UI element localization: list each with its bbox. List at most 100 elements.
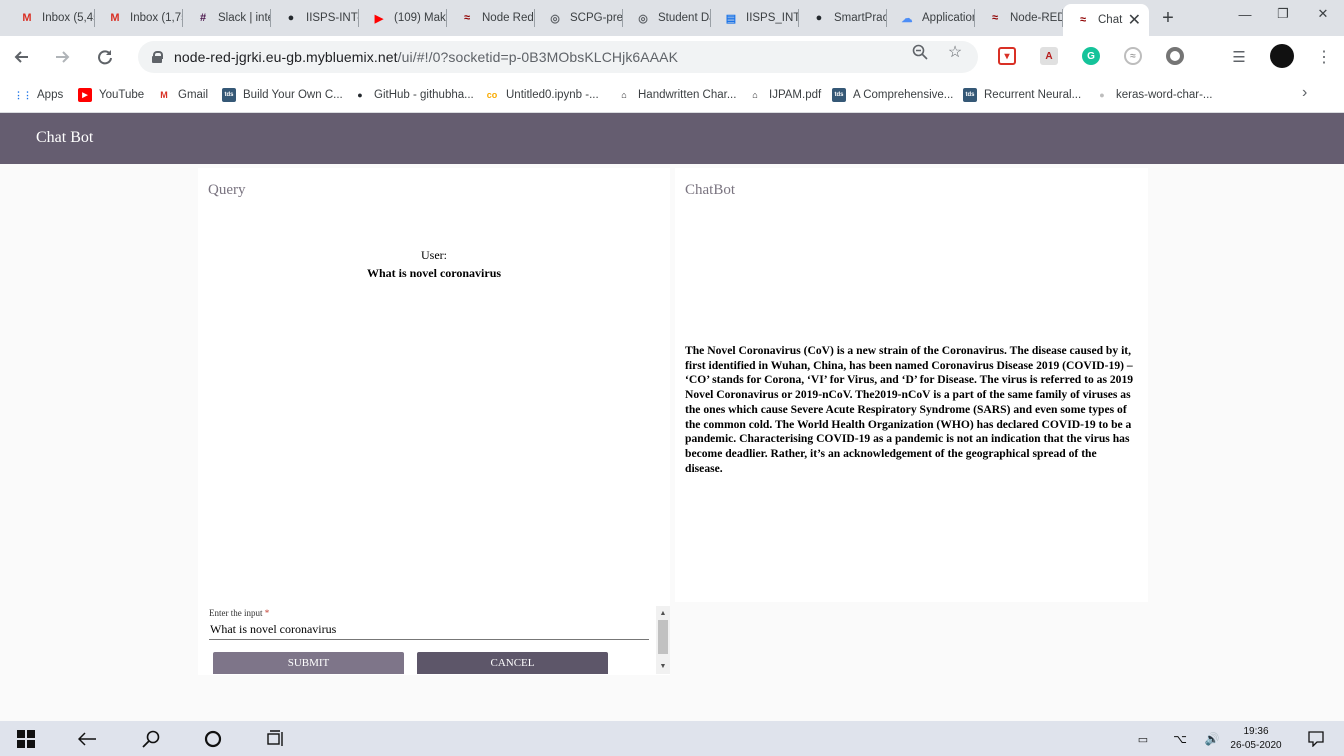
browser-tab-label: Inbox (1,75 [130,12,183,24]
browser-menu-icon[interactable]: ⋮ [1312,45,1336,69]
taskbar-clock[interactable]: 19:36 26-05-2020 [1228,725,1284,753]
browser-tab[interactable]: ≈ Node Red [447,0,535,36]
browser-tab[interactable]: ◎ SCPG-prev [535,0,623,36]
arrow-left-icon [14,51,28,63]
browser-tab[interactable]: M Inbox (1,75 [95,0,183,36]
grammarly-extension-icon[interactable]: G [1082,47,1100,65]
new-tab-button[interactable]: + [1156,6,1180,30]
chatbot-panel-title: ChatBot [685,182,736,198]
close-window-button[interactable]: ✕ [1300,0,1344,28]
browser-tab-label: IISPS-INT-7 [306,12,359,24]
arrow-right-icon [56,51,70,63]
reload-button[interactable] [93,45,117,69]
browser-tab-label: (109) Make [394,12,447,24]
bookmark-label: YouTube [99,89,145,101]
browser-tab-label: Chat [1098,14,1123,26]
apps-grid-icon: ⋮⋮ [14,89,32,100]
slack-icon: # [199,12,207,24]
browser-tab[interactable]: ≈ Node-RED [975,0,1063,36]
browser-tab-strip: M Inbox (5,45 M Inbox (1,75 # Slack | inter ● I… [0,0,1344,36]
browser-tab[interactable]: ▤ IISPS_INT_S [711,0,799,36]
bookmark-label: Recurrent Neural... [984,89,1082,101]
record-extension-icon[interactable] [1166,47,1184,65]
tds-icon: tds [222,88,236,102]
browser-tab[interactable]: ☁ Application [887,0,975,36]
scroll-up-icon[interactable]: ▲ [656,607,670,619]
bookmarks-more-icon[interactable]: › [1302,84,1307,102]
bookmark-item[interactable]: tds Recurrent Neural... [963,86,1081,104]
browser-tab[interactable]: ● SmartPract [799,0,887,36]
task-view-icon[interactable] [264,727,288,751]
reload-icon [98,50,112,65]
windows-start-icon[interactable] [14,727,38,751]
lock-icon [152,51,163,63]
browser-toolbar: node-red-jgrki.eu-gb.mybluemix.net/ui/#!… [0,36,1344,78]
bookmark-item[interactable]: tds A Comprehensive... [832,86,953,104]
wifi-icon[interactable]: ⌥ [1168,727,1192,751]
bookmark-label: Gmail [178,89,209,101]
browser-tab[interactable]: M Inbox (5,45 [7,0,95,36]
browser-tab-label: Slack | inter [218,12,271,24]
bookmark-item[interactable]: tds Build Your Own C... [222,86,343,104]
forward-button[interactable] [51,45,75,69]
scroll-down-icon[interactable]: ▼ [656,660,670,672]
pocket-extension-icon[interactable]: ▾ [998,47,1016,65]
back-button[interactable] [9,45,33,69]
github-icon: ● [357,90,363,100]
browser-tab-label: Node Red [482,12,534,24]
address-bar[interactable]: node-red-jgrki.eu-gb.mybluemix.net/ui/#!… [138,41,978,73]
gmail-icon: M [110,12,120,24]
url-text: node-red-jgrki.eu-gb.mybluemix.net/ui/#!… [174,49,679,65]
pdf-extension-icon[interactable]: A [1040,47,1058,65]
bookmark-item[interactable]: M Gmail [157,86,208,104]
taskbar-back-icon[interactable] [75,727,99,751]
browser-tab[interactable]: ● IISPS-INT-7 [271,0,359,36]
bookmark-item[interactable]: ⌂ IJPAM.pdf [748,86,821,104]
bookmark-label: IJPAM.pdf [769,89,822,101]
close-tab-icon[interactable]: ✕ [1128,10,1141,30]
youtube-icon: ▶ [78,88,92,102]
app-header: Chat Bot [0,113,1344,164]
browser-tab[interactable]: # Slack | inter [183,0,271,36]
query-panel-title: Query [208,182,246,198]
bookmark-star-icon[interactable]: ☆ [946,43,964,61]
bookmark-item[interactable]: ● GitHub - githubha... [353,86,473,104]
media-control-icon[interactable]: ☰ [1227,45,1251,69]
browser-tab-label: Student Da [658,12,711,24]
bookmark-label: A Comprehensive... [853,89,954,101]
clock-date: 26-05-2020 [1230,740,1282,751]
profile-avatar[interactable] [1270,44,1294,68]
cortana-icon[interactable] [201,727,225,751]
node-red-icon: ≈ [1079,14,1087,26]
bookmark-item[interactable]: ● keras-word-char-... [1095,86,1212,104]
browser-tab-label: SCPG-prev [570,12,623,24]
submit-button[interactable]: SUBMIT [213,652,404,674]
colab-icon: co [486,90,498,100]
input-label: Enter the input * [209,608,270,618]
zoom-icon[interactable] [911,43,929,61]
search-icon[interactable] [139,727,163,751]
globe-icon: ◎ [638,12,648,25]
bookmarks-bar: ⋮⋮ Apps ▶ YouTube M Gmail tds Build Your Own C.… [0,78,1344,113]
bookmark-item[interactable]: ⌂ Handwritten Char... [617,86,736,104]
bookmark-label: Untitled0.ipynb -... [506,89,599,101]
bookmark-item[interactable]: ⋮⋮ Apps [14,86,63,104]
globe-icon: ◎ [550,12,560,25]
globe-icon: ● [1099,90,1105,100]
battery-icon[interactable]: ▭ [1131,727,1155,751]
cancel-button[interactable]: CANCEL [417,652,608,674]
notifications-icon[interactable] [1304,727,1328,751]
browser-tab[interactable]: ◎ Student Da [623,0,711,36]
bookmark-item[interactable]: co Untitled0.ipynb -... [485,86,599,104]
extension-icon[interactable]: ≈ [1124,47,1142,65]
query-input[interactable] [209,620,649,640]
youtube-icon: ▶ [374,12,384,25]
bookmark-item[interactable]: ▶ YouTube [78,86,144,104]
scroll-thumb[interactable] [658,620,668,654]
browser-tab[interactable]: ≈ Chat ✕ [1063,4,1149,36]
form-scrollbar[interactable]: ▲ ▼ [656,606,670,674]
browser-tab[interactable]: ▶ (109) Make [359,0,447,36]
volume-icon[interactable]: 🔊 [1200,727,1224,751]
gmail-icon: M [160,90,168,100]
cloud-icon: ☁ [901,12,913,25]
